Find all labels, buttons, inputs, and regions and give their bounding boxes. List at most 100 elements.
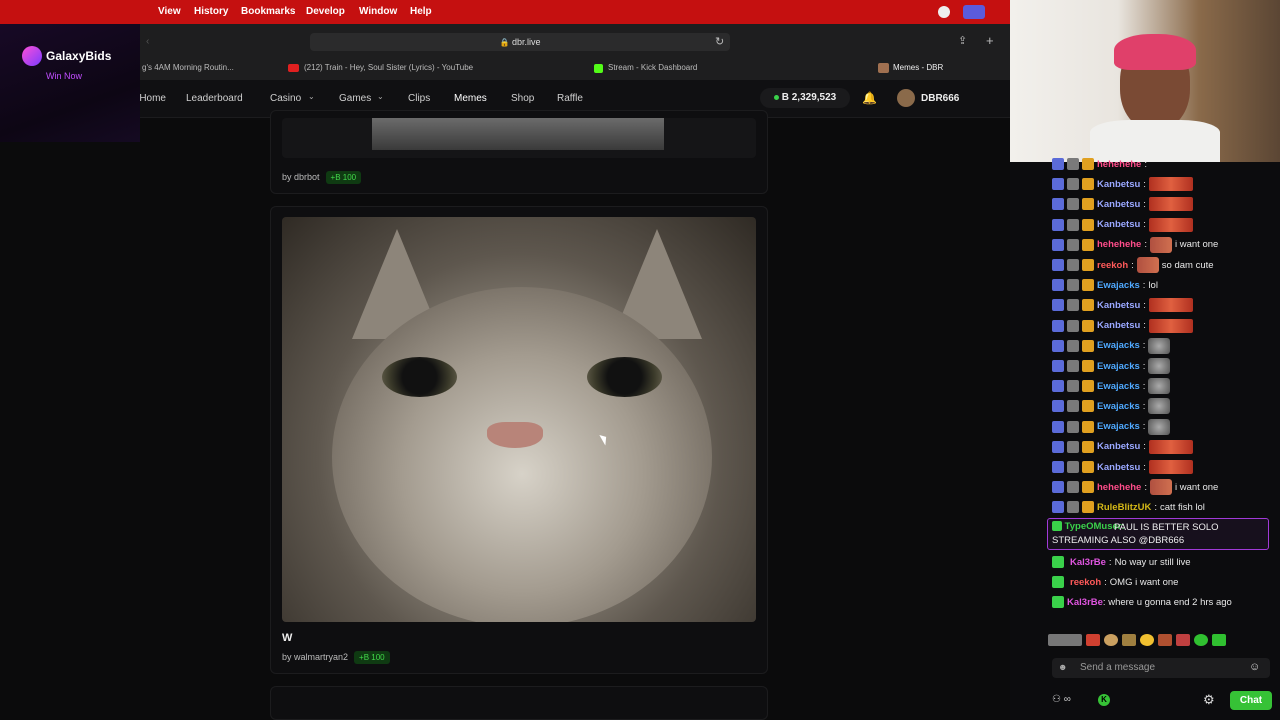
screen-icon[interactable] [963, 5, 985, 19]
discord-badge-icon [1052, 279, 1064, 292]
galaxybids-cta[interactable]: Win Now [46, 71, 82, 81]
tab-morning-routine[interactable]: g's 4AM Morning Routin... [142, 60, 250, 76]
chat-username[interactable]: Ewajacks [1097, 401, 1140, 412]
chat-username[interactable]: Ewajacks [1097, 421, 1140, 432]
chat-username[interactable]: RuleBlitzUK [1097, 502, 1151, 513]
mac-menubar: View History Bookmarks Develop Window He… [0, 0, 1010, 24]
gear-icon[interactable]: ⚙ [1203, 692, 1215, 708]
chat-emote-icon [1136, 257, 1159, 273]
galaxybids-name: GalaxyBids [46, 49, 112, 63]
new-tab-icon[interactable]: + [986, 33, 994, 48]
chat-colon: : [1104, 576, 1107, 588]
emoji-icon[interactable]: ☺ [1249, 661, 1260, 673]
chat-username[interactable]: Ewajacks [1097, 280, 1140, 291]
sword-badge-icon [1067, 198, 1079, 211]
chat-send-button[interactable]: Chat [1230, 691, 1272, 710]
emote-icon[interactable] [1048, 634, 1082, 646]
crown-badge-icon [1082, 218, 1094, 231]
emote-icon[interactable] [1122, 634, 1136, 646]
nav-memes[interactable]: Memes [454, 93, 487, 104]
chat-username[interactable]: Kal3rBe [1070, 557, 1106, 568]
meme-image-cat[interactable] [282, 217, 756, 622]
nav-clips[interactable]: Clips [408, 93, 430, 104]
chat-username[interactable]: Ewajacks [1097, 381, 1140, 392]
chat-colon: : [1143, 461, 1146, 473]
crown-badge-icon [1082, 259, 1094, 271]
chat-colon: : [1144, 481, 1147, 493]
streamer-hair [1114, 34, 1196, 70]
nav-raffle[interactable]: Raffle [557, 93, 583, 104]
cat-eye-left [382, 357, 457, 397]
chat-username[interactable]: Kanbetsu [1097, 462, 1140, 473]
menu-view[interactable]: View [158, 6, 181, 17]
username[interactable]: DBR666 [921, 93, 959, 104]
chat-username[interactable]: Kanbetsu [1097, 441, 1140, 452]
bell-icon[interactable]: 🔔 [862, 91, 877, 105]
kick-icon [594, 64, 603, 73]
nav-home[interactable]: Home [140, 93, 166, 104]
chat-text: lol [1148, 279, 1158, 291]
avatar[interactable] [897, 89, 915, 107]
crown-badge-icon [1082, 299, 1094, 312]
chevron-down-icon: ⌄ [308, 92, 315, 101]
chat-colon: : [1108, 556, 1112, 568]
chat-username[interactable]: Kanbetsu [1097, 179, 1140, 190]
cat-eye-right [587, 357, 662, 397]
url-bar[interactable]: 🔒 dbr.live [310, 33, 730, 51]
sword-badge-icon [1067, 400, 1079, 413]
emote-icon[interactable] [1158, 634, 1172, 646]
nav-shop[interactable]: Shop [511, 93, 534, 104]
tab-kick-dashboard[interactable]: Stream - Kick Dashboard [608, 60, 758, 76]
chat-username[interactable]: Kanbetsu [1097, 300, 1140, 311]
menu-history[interactable]: History [194, 6, 228, 17]
sword-badge-icon [1067, 259, 1079, 271]
emote-icon[interactable] [1140, 634, 1154, 646]
emote-icon[interactable] [1194, 634, 1208, 646]
nav-games[interactable]: Games [339, 93, 371, 104]
tab-memes-dbr[interactable]: Memes - DBR [893, 60, 993, 76]
menu-help[interactable]: Help [410, 6, 432, 17]
tab-youtube[interactable]: (212) Train - Hey, Soul Sister (Lyrics) … [304, 60, 504, 76]
chat-emote-icon [1148, 460, 1193, 474]
chat-text: No way ur still live [1114, 556, 1191, 568]
discord-badge-icon [1052, 420, 1064, 433]
chat-username[interactable]: reekoh [1070, 577, 1101, 588]
chat-colon: : [1142, 400, 1146, 412]
chat-username[interactable]: Kal3rBe [1067, 597, 1103, 608]
chat-username[interactable]: hehehehe [1097, 239, 1141, 250]
chevron-down-icon: ⌄ [377, 92, 384, 101]
chat-username[interactable]: Kanbetsu [1097, 199, 1140, 210]
chat-username[interactable]: hehehehe [1097, 482, 1141, 493]
back-icon[interactable]: ‹ [146, 36, 149, 47]
chat-username[interactable]: hehehehe [1097, 159, 1141, 170]
reload-icon[interactable]: ↻ [715, 35, 724, 48]
menu-window[interactable]: Window [359, 6, 397, 17]
chat-username[interactable]: Kanbetsu [1097, 320, 1140, 331]
chat-colon: : [1143, 299, 1146, 311]
chat-emote-icon [1150, 236, 1172, 253]
emote-icon[interactable] [1212, 634, 1226, 646]
menu-develop[interactable]: Develop [306, 6, 345, 17]
chat-username[interactable]: reekoh [1097, 260, 1128, 271]
chat-username[interactable]: Ewajacks [1097, 361, 1140, 372]
chat-message: Kanbetsu: [1052, 177, 1196, 192]
status-icon[interactable] [938, 6, 950, 18]
crown-badge-icon [1082, 319, 1094, 332]
crown-badge-icon [1082, 420, 1094, 433]
chat-message: hehehehe: i want one [1052, 236, 1218, 253]
emote-icon[interactable] [1176, 634, 1190, 646]
balance-badge[interactable]: B 2,329,523 [760, 88, 850, 108]
kick-k-icon[interactable]: K [1098, 694, 1110, 706]
share-icon[interactable]: ⇪ [958, 34, 967, 47]
nav-casino[interactable]: Casino [270, 93, 301, 104]
chat-mode-icon[interactable]: ⚇ ∞ [1052, 694, 1071, 705]
chat-message: hehehehe: i want one [1052, 479, 1218, 496]
emote-icon[interactable] [1086, 634, 1100, 646]
chat-input[interactable]: Send a message [1052, 658, 1270, 678]
chat-username[interactable]: Kanbetsu [1097, 219, 1140, 230]
meme-image-fragment [372, 118, 664, 150]
nav-leaderboard[interactable]: Leaderboard [186, 93, 243, 104]
emote-icon[interactable] [1104, 634, 1118, 646]
menu-bookmarks[interactable]: Bookmarks [241, 6, 295, 17]
chat-username[interactable]: Ewajacks [1097, 340, 1140, 351]
